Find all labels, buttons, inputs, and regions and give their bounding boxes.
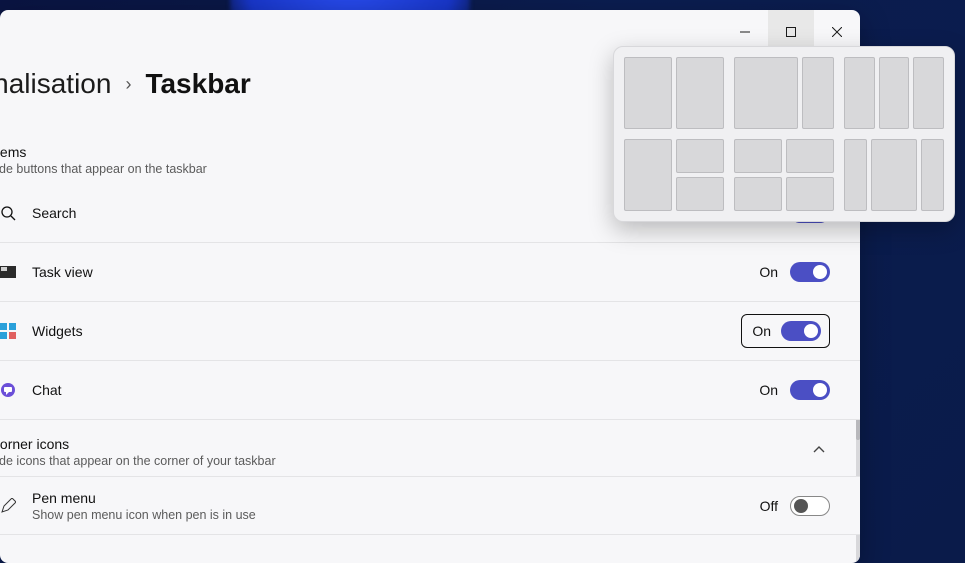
snap-cell bbox=[786, 139, 834, 173]
section-title: Taskbar corner icons bbox=[0, 436, 276, 452]
snap-cell bbox=[921, 139, 944, 211]
snap-cell bbox=[879, 57, 910, 129]
snap-layout-quad[interactable] bbox=[734, 139, 834, 211]
widgets-toggle-focus: On bbox=[741, 314, 830, 348]
snap-cell bbox=[871, 139, 917, 211]
chevron-up-icon bbox=[812, 443, 826, 462]
widgets-toggle[interactable] bbox=[781, 321, 821, 341]
snap-cell bbox=[676, 57, 724, 129]
snap-cell bbox=[802, 57, 834, 129]
snap-cell bbox=[844, 139, 867, 211]
section-title: Taskbar items bbox=[0, 144, 207, 160]
pen-icon bbox=[0, 498, 22, 514]
snap-layouts-flyout bbox=[613, 46, 955, 222]
toggle-state-label: Off bbox=[760, 498, 778, 514]
snap-layout-50-25-25[interactable] bbox=[624, 139, 724, 211]
snap-cell bbox=[676, 177, 724, 211]
snap-cell bbox=[786, 177, 834, 211]
row-label: Chat bbox=[32, 382, 759, 398]
row-chat: Chat On bbox=[0, 361, 860, 420]
row-label: Widgets bbox=[32, 323, 741, 339]
snap-cell bbox=[624, 139, 672, 211]
snap-cell bbox=[844, 57, 875, 129]
snap-cell bbox=[676, 139, 724, 173]
snap-layout-70-30[interactable] bbox=[734, 57, 834, 129]
row-pen-menu: Pen menu Show pen menu icon when pen is … bbox=[0, 476, 860, 535]
section-subtitle: Show or hide icons that appear on the co… bbox=[0, 454, 276, 468]
task-view-icon bbox=[0, 266, 22, 278]
search-icon bbox=[0, 205, 22, 221]
snap-layout-25-50-25[interactable] bbox=[844, 139, 944, 211]
breadcrumb-parent[interactable]: Personalisation bbox=[0, 68, 111, 100]
row-widgets: Widgets On bbox=[0, 302, 860, 361]
snap-layout-50-50[interactable] bbox=[624, 57, 724, 129]
row-label: Pen menu bbox=[32, 490, 760, 506]
row-task-view: Task view On bbox=[0, 243, 860, 302]
chat-toggle[interactable] bbox=[790, 380, 830, 400]
widgets-icon bbox=[0, 323, 22, 339]
snap-cell bbox=[913, 57, 944, 129]
snap-cell bbox=[734, 139, 782, 173]
snap-cell bbox=[624, 57, 672, 129]
toggle-state-label: On bbox=[759, 264, 778, 280]
chat-icon bbox=[0, 382, 22, 398]
section-corner-icons-header[interactable]: Taskbar corner icons Show or hide icons … bbox=[0, 430, 860, 476]
section-subtitle: Show or hide buttons that appear on the … bbox=[0, 162, 207, 176]
snap-layout-33-33-33[interactable] bbox=[844, 57, 944, 129]
page-title: Taskbar bbox=[145, 68, 250, 100]
toggle-state-label: On bbox=[759, 382, 778, 398]
row-label: Task view bbox=[32, 264, 759, 280]
row-sub: Show pen menu icon when pen is in use bbox=[32, 508, 760, 522]
snap-cell bbox=[734, 177, 782, 211]
pen-menu-toggle[interactable] bbox=[790, 496, 830, 516]
snap-cell bbox=[734, 57, 798, 129]
chevron-right-icon: › bbox=[125, 74, 131, 95]
task-view-toggle[interactable] bbox=[790, 262, 830, 282]
toggle-state-label: On bbox=[752, 323, 771, 339]
